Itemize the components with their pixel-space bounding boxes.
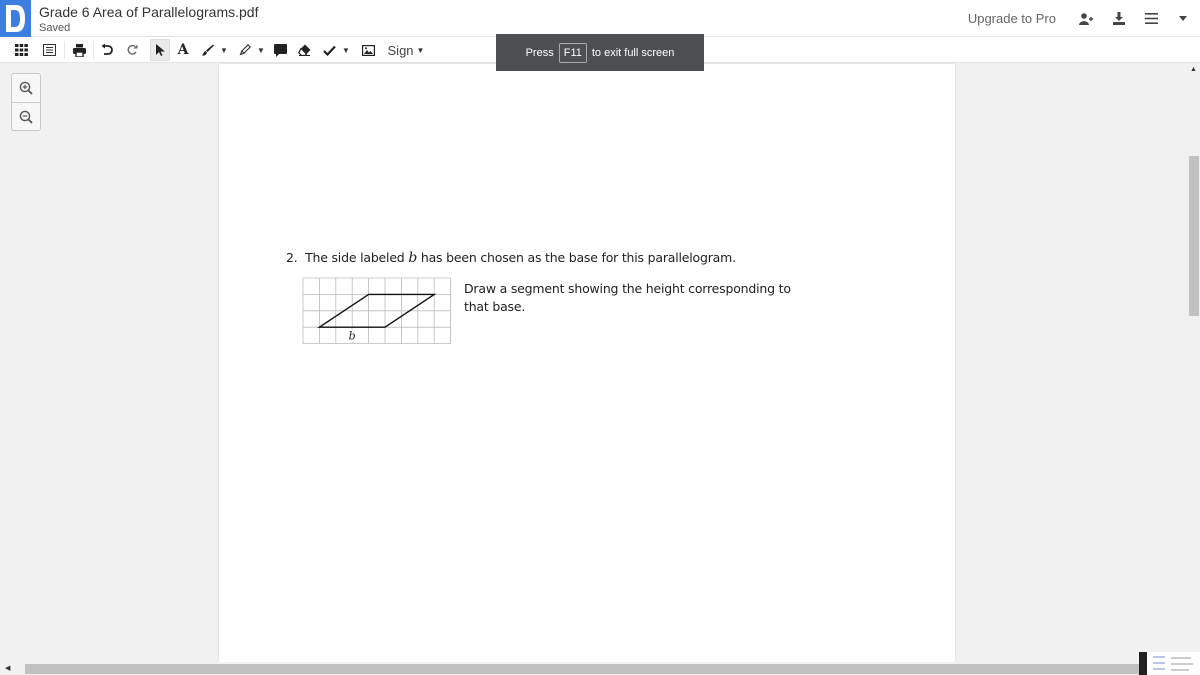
menu-icon[interactable] [1138, 6, 1164, 32]
base-label: b [349, 329, 356, 342]
checkmark-tool-button[interactable] [321, 39, 337, 61]
thumbnail-line [1171, 669, 1189, 671]
highlight-tool-button[interactable] [237, 39, 253, 61]
eraser-icon [297, 44, 310, 56]
undo-icon [101, 44, 113, 55]
thumbnail-line [1171, 663, 1193, 665]
brush-icon [202, 44, 214, 56]
thumbnail-line [1171, 657, 1191, 659]
zoom-in-button[interactable] [12, 74, 40, 102]
draw-options-dropdown[interactable]: ▼ [219, 39, 229, 61]
document-logo-icon [6, 5, 25, 32]
toolbar-divider [64, 41, 65, 59]
thumbnail-line [1153, 668, 1165, 670]
app-logo[interactable] [0, 0, 31, 37]
zoom-in-icon [19, 81, 33, 95]
question-number: 2. [286, 250, 298, 265]
zoom-out-icon [19, 110, 33, 124]
pdf-page[interactable]: 2. The side labeled b has been chosen as… [219, 64, 955, 664]
zoom-out-button[interactable] [12, 102, 40, 130]
scroll-left-arrow-icon[interactable]: ◀ [5, 664, 10, 672]
checkmark-options-dropdown[interactable]: ▼ [341, 39, 351, 61]
add-user-icon[interactable] [1074, 6, 1100, 32]
download-icon[interactable] [1106, 6, 1132, 32]
instruction-text: Draw a segment showing the height corres… [464, 281, 791, 314]
save-status: Saved [39, 22, 71, 34]
caret-down-icon[interactable] [1170, 6, 1196, 32]
cursor-icon [155, 44, 165, 56]
toast-prefix: Press [525, 46, 554, 59]
fullscreen-notification: Press F11 to exit full screen [496, 34, 704, 71]
f11-key-badge: F11 [558, 42, 587, 63]
check-icon [322, 45, 336, 56]
draw-tool-button[interactable] [200, 39, 216, 61]
parallelogram-figure: b [302, 277, 452, 344]
list-icon [42, 44, 56, 56]
page-thumbnail-preview[interactable] [1139, 652, 1200, 675]
question-variable: b [408, 250, 418, 266]
zoom-controls [11, 73, 41, 131]
grid [302, 277, 452, 344]
question-text-before: The side labeled [305, 250, 409, 265]
thumbnail-line [1153, 662, 1165, 664]
thumbnails-button[interactable] [12, 39, 30, 61]
sign-label: Sign [387, 42, 414, 58]
comment-icon [273, 43, 287, 57]
print-icon [72, 43, 86, 57]
toast-suffix: to exit full screen [591, 46, 675, 59]
image-icon [361, 44, 375, 56]
horizontal-scroll-thumb[interactable] [25, 664, 1140, 674]
upgrade-to-pro-link[interactable]: Upgrade to Pro [968, 11, 1056, 26]
outline-button[interactable] [40, 39, 58, 61]
toolbar-divider [93, 41, 94, 59]
select-tool-button[interactable] [150, 39, 170, 61]
text-icon: A [177, 42, 189, 58]
question-text: 2. The side labeled b has been chosen as… [286, 250, 736, 266]
eraser-tool-button[interactable] [296, 39, 312, 61]
undo-button[interactable] [98, 39, 116, 61]
app-header: Grade 6 Area of Parallelograms.pdf Saved… [0, 0, 1200, 37]
redo-button[interactable] [123, 39, 141, 61]
text-tool-button[interactable]: A [175, 39, 191, 61]
scroll-up-arrow-icon[interactable]: ▲ [1190, 66, 1197, 73]
question-text-after: has been chosen as the base for this par… [417, 250, 736, 265]
document-title[interactable]: Grade 6 Area of Parallelograms.pdf [39, 4, 258, 20]
grid-icon [14, 44, 28, 56]
sign-button[interactable]: Sign ▼ [386, 39, 426, 61]
highlight-options-dropdown[interactable]: ▼ [256, 39, 266, 61]
vertical-scrollbar[interactable] [1188, 64, 1200, 662]
vertical-scroll-thumb[interactable] [1189, 156, 1199, 316]
redo-icon [127, 44, 138, 55]
image-tool-button[interactable] [359, 39, 377, 61]
thumbnail-line [1153, 656, 1165, 658]
print-button[interactable] [70, 39, 88, 61]
caret-down-icon: ▼ [416, 45, 425, 55]
highlighter-icon [239, 44, 251, 56]
comment-tool-button[interactable] [272, 39, 288, 61]
